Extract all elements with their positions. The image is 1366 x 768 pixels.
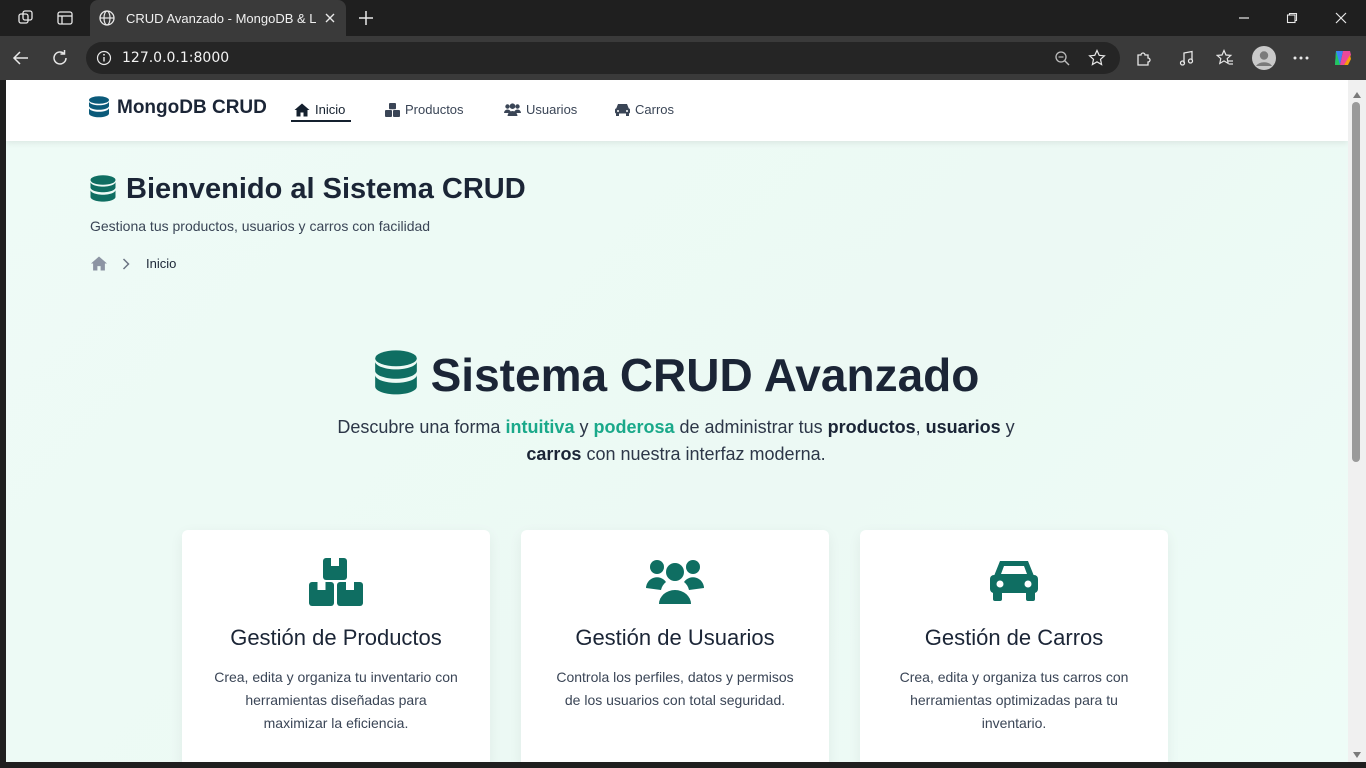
home-icon	[294, 103, 310, 117]
close-tab-icon[interactable]	[324, 12, 336, 24]
nav-item-productos[interactable]: Productos	[385, 102, 464, 117]
breadcrumb: Inicio	[90, 256, 176, 271]
tab-actions-icon[interactable]	[55, 8, 75, 28]
nav-label-productos: Productos	[405, 102, 464, 117]
brand-name: MongoDB CRUD	[117, 97, 267, 118]
hero-desc-text: de administrar tus	[674, 417, 828, 437]
minimize-icon[interactable]	[1234, 8, 1254, 28]
hero-bold-usuarios: usuarios	[925, 417, 1001, 437]
card-usuarios[interactable]: Gestión de Usuarios Controla los perfile…	[521, 530, 829, 762]
restore-icon[interactable]	[1282, 8, 1302, 28]
card-text: Controla los perfiles, datos y permisos …	[556, 669, 794, 708]
hero-desc-text: con nuestra interfaz moderna.	[581, 444, 826, 464]
workspaces-icon[interactable]	[16, 8, 36, 28]
users-icon	[504, 103, 521, 116]
card-carros[interactable]: Gestión de Carros Crea, edita y organiza…	[860, 530, 1168, 762]
window-bottom-edge	[0, 762, 1366, 768]
breadcrumb-current: Inicio	[146, 256, 177, 271]
brand-link[interactable]: MongoDB CRUD	[89, 96, 267, 120]
new-tab-icon[interactable]	[356, 8, 376, 28]
card-title: Gestión de Productos	[230, 625, 442, 650]
hero-bold-productos: productos	[827, 417, 916, 437]
nav-label-usuarios: Usuarios	[526, 102, 578, 117]
boxes-icon	[385, 102, 400, 117]
page-title: Bienvenido al Sistema CRUD	[126, 173, 526, 205]
active-nav-indicator	[291, 120, 351, 122]
browser-tab[interactable]: CRUD Avanzado - MongoDB & La	[90, 0, 346, 36]
database-icon	[374, 350, 417, 400]
more-options-icon[interactable]	[1291, 48, 1311, 68]
back-icon[interactable]	[10, 48, 32, 68]
page-subtitle: Gestiona tus productos, usuarios y carro…	[90, 218, 431, 234]
hero-bold-carros: carros	[526, 444, 582, 464]
scroll-thumb[interactable]	[1352, 102, 1360, 462]
hero-highlight-poderosa: poderosa	[593, 417, 675, 437]
nav-item-inicio[interactable]: Inicio	[294, 102, 345, 117]
card-title: Gestión de Usuarios	[575, 625, 775, 650]
card-text: Crea, edita y organiza tu inventario con…	[214, 669, 458, 731]
favorite-star-icon[interactable]	[1088, 49, 1106, 67]
nav-label-inicio: Inicio	[315, 102, 346, 117]
nav-item-usuarios[interactable]: Usuarios	[504, 102, 577, 117]
media-icon[interactable]	[1177, 48, 1197, 68]
hero-highlight-intuitiva: intuitiva	[505, 417, 575, 437]
close-window-icon[interactable]	[1331, 8, 1351, 28]
reload-icon[interactable]	[49, 48, 71, 68]
car-icon	[615, 103, 630, 116]
users-icon	[521, 558, 829, 604]
tab-title: CRUD Avanzado - MongoDB & La	[126, 10, 316, 26]
hero-desc-text: ,	[915, 417, 926, 437]
site-info-icon[interactable]	[96, 50, 112, 66]
page-header: Bienvenido al Sistema CRUD	[90, 173, 526, 206]
hero-title: Sistema CRUD Avanzado	[430, 349, 980, 401]
hero-desc-text: y	[574, 417, 594, 437]
nav-label-carros: Carros	[635, 102, 675, 117]
hero-heading: Sistema CRUD Avanzado	[6, 348, 1348, 402]
database-icon	[89, 96, 109, 120]
page-viewport: MongoDB CRUD Inicio Productos Usuarios C…	[6, 80, 1348, 762]
site-navbar: MongoDB CRUD Inicio Productos Usuarios C…	[6, 80, 1348, 141]
card-title: Gestión de Carros	[924, 625, 1104, 650]
car-icon	[860, 558, 1168, 602]
card-productos[interactable]: Gestión de Productos Crea, edita y organ…	[182, 530, 490, 762]
extensions-icon[interactable]	[1134, 48, 1154, 68]
boxes-icon	[182, 558, 490, 606]
profile-avatar[interactable]	[1252, 46, 1276, 70]
page-scrollbar[interactable]	[1348, 80, 1366, 762]
browser-toolbar: 127.0.0.1:8000	[0, 36, 1366, 80]
hero-desc-text: y	[1000, 417, 1015, 437]
zoom-icon[interactable]	[1054, 50, 1070, 66]
hero-desc-text: Descubre una forma	[337, 417, 506, 437]
database-icon	[90, 174, 116, 205]
chevron-right-icon	[122, 257, 130, 270]
browser-tab-bar: CRUD Avanzado - MongoDB & La	[0, 0, 1366, 36]
url-text: 127.0.0.1:8000	[122, 50, 230, 66]
nav-item-carros[interactable]: Carros	[615, 102, 674, 117]
copilot-icon[interactable]	[1331, 46, 1355, 70]
address-bar[interactable]: 127.0.0.1:8000	[86, 42, 1120, 74]
favorites-icon[interactable]	[1215, 48, 1235, 68]
home-icon[interactable]	[90, 256, 108, 271]
globe-icon	[98, 9, 116, 27]
hero-description: Descubre una forma intuitiva y poderosa …	[306, 414, 1046, 468]
card-text: Crea, edita y organiza tus carros con he…	[899, 669, 1129, 731]
